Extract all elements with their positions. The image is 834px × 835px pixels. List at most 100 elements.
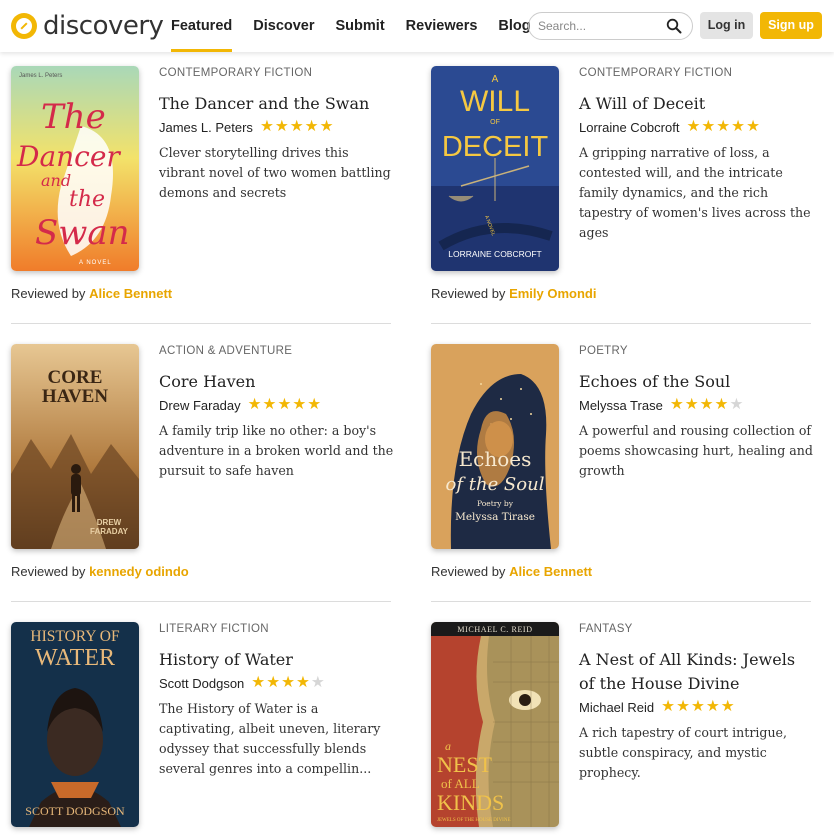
cover-title-2: of the Soul [446,474,545,495]
cover-title-1: HISTORY OF [30,628,120,645]
star-icon: ★ [281,674,295,691]
cover-author: LORRAINE COBCROFT [448,249,542,259]
reviewer-link[interactable]: kennedy odindo [89,564,189,579]
book-author[interactable]: Michael Reid [579,700,654,715]
book-author[interactable]: Lorraine Cobcroft [579,120,679,135]
book-title[interactable]: Core Haven [159,370,394,394]
cover-title-2: HAVEN [42,386,108,407]
book-genre[interactable]: LITERARY FICTION [159,622,394,636]
star-icon: ★ [292,396,307,413]
star-icon: ★ [307,396,322,413]
divider [11,601,391,602]
book-description: A gripping narrative of loss, a conteste… [579,145,811,240]
reviewed-by: Reviewed by Alice Bennett [11,286,172,301]
cover-title-3: and [41,171,71,190]
nav-submit[interactable]: Submit [336,0,385,52]
reviewed-by-label: Reviewed by [11,564,86,579]
book-author[interactable]: Melyssa Trase [579,398,663,413]
star-rating: ★ ★ ★ ★ ★ [670,396,745,414]
reviewed-by-label: Reviewed by [11,286,86,301]
book-author[interactable]: James L. Peters [159,120,253,135]
cover-title-2: WATER [35,645,115,671]
main-nav: Featured Discover Submit Reviewers Blog [171,0,552,52]
cover-title-1: a [445,739,451,753]
book-cover[interactable]: MICHAEL C. REID a NEST of ALL KINDS JEWE… [431,622,559,827]
nav-featured[interactable]: Featured [171,0,233,52]
book-genre[interactable]: POETRY [579,344,814,358]
star-icon: ★ [262,396,277,413]
login-button[interactable]: Log in [700,12,753,39]
brand-logo[interactable]: discovery [11,10,164,42]
star-icon: ★ [669,396,684,413]
star-icon: ★ [705,698,720,715]
book-cover[interactable]: A WILL OF DECEIT A NOVEL LORRAINE COBCRO… [431,66,559,271]
cover-title-4: the [69,187,105,212]
book-author[interactable]: Scott Dodgson [159,676,244,691]
star-icon: ★ [247,396,262,413]
star-icon: ★ [746,118,760,135]
book-genre[interactable]: FANTASY [579,622,814,636]
book-title[interactable]: A Nest of All Kinds: Jewels of the House… [579,648,814,696]
star-icon: ★ [259,118,274,135]
star-icon: ★ [716,118,731,135]
star-icon: ★ [661,698,676,715]
book-description: A family trip like no other: a boy's adv… [159,423,394,478]
star-icon: ★ [729,396,744,413]
star-icon: ★ [720,698,735,715]
book-cover[interactable]: CORE HAVEN DREW FARADAY [11,344,139,549]
search-icon[interactable] [666,18,682,34]
reviewed-by-label: Reviewed by [431,564,506,579]
star-rating: ★ ★ ★ ★ ★ [248,396,323,414]
book-cover[interactable]: Echoes of the Soul Poetry by Melyssa Tir… [431,344,559,549]
book-author[interactable]: Drew Faraday [159,398,241,413]
star-icon: ★ [684,396,699,413]
star-rating: ★ ★ ★ ★ ★ [251,674,326,692]
reviewer-link[interactable]: Alice Bennett [509,564,592,579]
nav-blog[interactable]: Blog [498,0,530,52]
book-description: The History of Water is a captivating, a… [159,701,381,776]
star-icon: ★ [289,118,304,135]
book-genre[interactable]: ACTION & ADVENTURE [159,344,394,358]
book-title[interactable]: A Will of Deceit [579,92,814,116]
divider [431,323,811,324]
book-genre[interactable]: CONTEMPORARY FICTION [159,66,394,80]
star-icon: ★ [304,118,319,135]
book-title[interactable]: Echoes of the Soul [579,370,814,394]
reviewer-link[interactable]: Alice Bennett [89,286,172,301]
search-input[interactable] [538,13,663,39]
nav-discover[interactable]: Discover [253,0,314,52]
star-rating: ★ ★ ★ ★ ★ [686,118,761,136]
star-icon: ★ [714,396,729,413]
cover-title-3: of ALL [441,776,480,791]
reviewed-by: Reviewed by Alice Bennett [431,564,592,579]
cover-title-1: Echoes [459,447,532,471]
book-info: POETRY Echoes of the Soul Melyssa Trase … [579,344,814,481]
cover-poetry-by: Poetry by [477,499,514,508]
cover-title-1: The [41,97,106,137]
reviewer-link[interactable]: Emily Omondi [509,286,596,301]
star-icon: ★ [676,698,690,715]
book-genre[interactable]: CONTEMPORARY FICTION [579,66,814,80]
star-icon: ★ [266,674,281,691]
cover-title-1: CORE [48,367,103,388]
signup-button[interactable]: Sign up [760,12,822,39]
star-icon: ★ [701,118,716,135]
book-info: CONTEMPORARY FICTION The Dancer and the … [159,66,394,203]
book-info: LITERARY FICTION History of Water Scott … [159,622,394,779]
book-title[interactable]: History of Water [159,648,394,672]
cover-subtitle: JEWELS OF THE HOUSE DIVINE [437,818,511,823]
book-info: ACTION & ADVENTURE Core Haven Drew Farad… [159,344,394,481]
brand-name: discovery [43,11,164,41]
star-icon: ★ [251,674,266,691]
book-title[interactable]: The Dancer and the Swan [159,92,394,116]
book-cover[interactable]: HISTORY OF WATER SCOTT DODGSON [11,622,139,827]
star-icon: ★ [296,674,310,691]
nav-reviewers[interactable]: Reviewers [406,0,478,52]
reviewed-by: Reviewed by Emily Omondi [431,286,596,301]
book-cover[interactable]: James L. Peters The Dancer and the Swan … [11,66,139,271]
cover-title-2: Dancer [16,140,121,173]
star-rating: ★ ★ ★ ★ ★ [661,698,736,716]
divider [11,323,391,324]
star-rating: ★ ★ ★ ★ ★ [260,118,335,136]
book-description: A rich tapestry of court intrigue, subtl… [579,725,788,780]
